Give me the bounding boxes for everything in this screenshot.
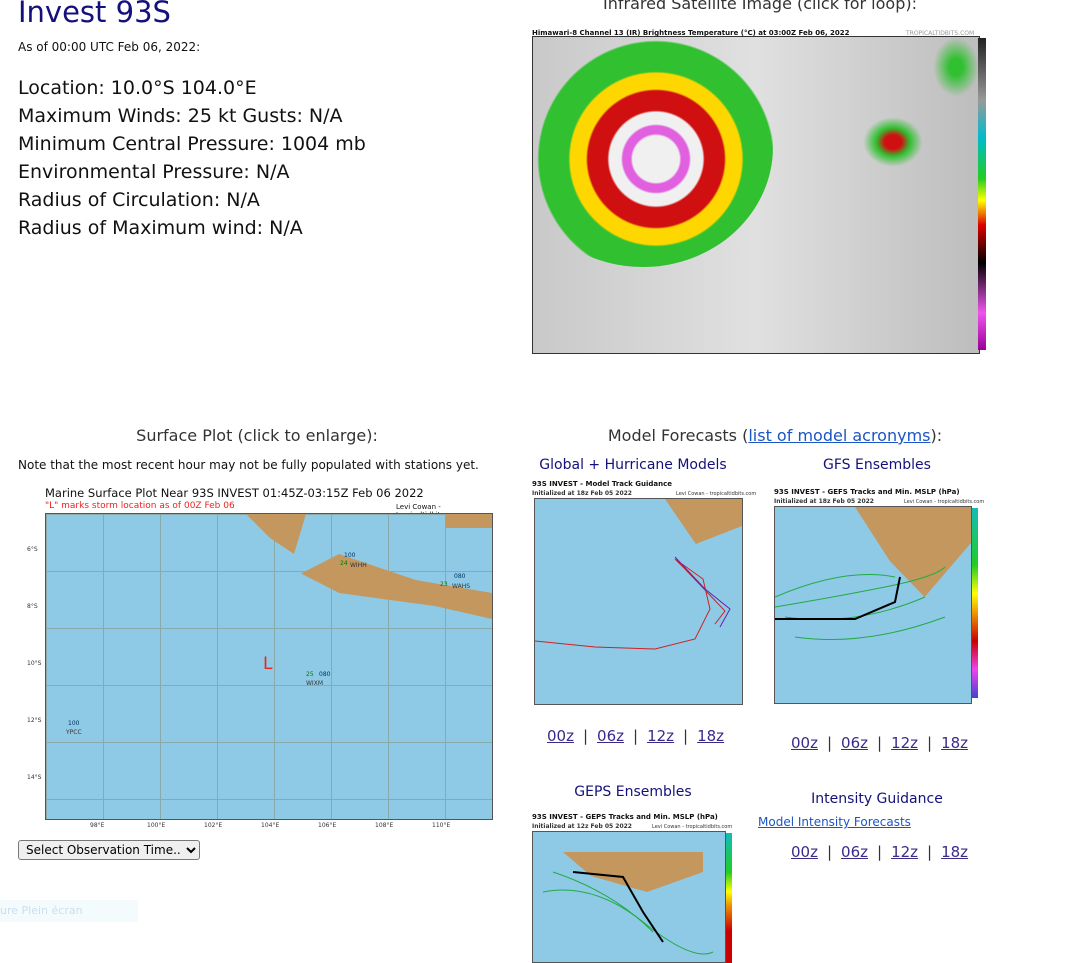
observation-time-select[interactable]: Select Observation Time... xyxy=(18,840,200,860)
env-pressure: Environmental Pressure: N/A xyxy=(18,161,290,183)
surface-plot-image[interactable]: Marine Surface Plot Near 93S INVEST 01:4… xyxy=(20,484,500,834)
station-wahs-temp: 23 xyxy=(440,581,448,588)
image-title: 93S INVEST - GEFS Tracks and Min. MSLP (… xyxy=(774,488,960,496)
storm-title: Invest 93S xyxy=(18,0,171,29)
gefs-title: GFS Ensembles xyxy=(823,457,931,473)
surface-plot-subtitle: "L" marks storm location as of 00Z Feb 0… xyxy=(45,501,235,511)
min-pressure: Minimum Central Pressure: 1004 mb xyxy=(18,133,366,155)
image-init: Initialized at 18z Feb 05 2022 xyxy=(532,490,632,497)
geps-colorbar xyxy=(726,833,732,963)
intensity-06z-link[interactable]: 06z xyxy=(841,843,868,861)
station-wihh-pressure: 100 xyxy=(344,552,356,559)
gefs-18z-link[interactable]: 18z xyxy=(941,734,968,752)
image-init: Initialized at 12z Feb 05 2022 xyxy=(532,823,632,830)
station-ypcc-pressure: 100 xyxy=(68,720,80,727)
max-winds: Maximum Winds: 25 kt Gusts: N/A xyxy=(18,105,343,127)
global-06z-link[interactable]: 06z xyxy=(597,727,624,745)
station-wihh-temp: 24 xyxy=(340,560,348,567)
image-title: 93S INVEST - GEPS Tracks and Min. MSLP (… xyxy=(532,813,718,821)
image-credit: Levi Cowan - tropicaltidbits.com xyxy=(652,824,733,830)
radius-circulation: Radius of Circulation: N/A xyxy=(18,189,260,211)
surface-note: Note that the most recent hour may not b… xyxy=(18,458,479,472)
gefs-run-links: 00z | 06z | 12z | 18z xyxy=(791,734,969,752)
satellite-heading: Infrared Satellite Image (click for loop… xyxy=(603,0,917,13)
image-init: Initialized at 18z Feb 05 2022 xyxy=(774,498,874,505)
location: Location: 10.0°S 104.0°E xyxy=(18,77,257,99)
image-credit: Levi Cowan - tropicaltidbits.com xyxy=(676,491,757,497)
radius-max-wind: Radius of Maximum wind: N/A xyxy=(18,217,303,239)
image-credit: Levi Cowan - tropicaltidbits.com xyxy=(904,499,985,505)
intensity-guidance-title: Intensity Guidance xyxy=(811,791,943,807)
intensity-00z-link[interactable]: 00z xyxy=(791,843,818,861)
station-wahs-pressure: 080 xyxy=(454,573,466,580)
global-00z-link[interactable]: 00z xyxy=(547,727,574,745)
global-12z-link[interactable]: 12z xyxy=(647,727,674,745)
station-wihh-id: WIHH xyxy=(350,562,367,569)
gefs-00z-link[interactable]: 00z xyxy=(791,734,818,752)
global-models-title: Global + Hurricane Models xyxy=(539,457,727,473)
model-intensity-link[interactable]: Model Intensity Forecasts xyxy=(758,815,911,829)
gefs-image[interactable]: 93S INVEST - GEFS Tracks and Min. MSLP (… xyxy=(764,488,996,710)
geps-image[interactable]: 93S INVEST - GEPS Tracks and Min. MSLP (… xyxy=(522,813,744,963)
intensity-run-links: 00z | 06z | 12z | 18z xyxy=(791,843,969,861)
global-model-image[interactable]: 93S INVEST - Model Track Guidance Initia… xyxy=(522,480,756,710)
fullscreen-overlay[interactable]: ure Plein écran xyxy=(0,900,138,922)
satellite-image[interactable]: Himawari-8 Channel 13 (IR) Brightness Te… xyxy=(518,26,998,366)
geps-title: GEPS Ensembles xyxy=(574,784,692,800)
surface-plot-title: Marine Surface Plot Near 93S INVEST 01:4… xyxy=(45,486,424,500)
global-18z-link[interactable]: 18z xyxy=(697,727,724,745)
station-wixm-pressure: 080 xyxy=(319,671,331,678)
model-acronyms-link[interactable]: list of model acronyms xyxy=(748,426,930,445)
intensity-12z-link[interactable]: 12z xyxy=(891,843,918,861)
image-title: 93S INVEST - Model Track Guidance xyxy=(532,480,673,488)
storm-location-marker: L xyxy=(263,654,273,674)
gefs-colorbar xyxy=(972,508,978,698)
station-wixm-id: WIXM xyxy=(306,680,323,687)
station-ypcc-id: YPCC xyxy=(66,729,82,736)
gefs-06z-link[interactable]: 06z xyxy=(841,734,868,752)
model-forecasts-heading: Model Forecasts (list of model acronyms)… xyxy=(607,426,943,445)
gefs-12z-link[interactable]: 12z xyxy=(891,734,918,752)
global-run-links: 00z | 06z | 12z | 18z xyxy=(547,727,725,745)
intensity-18z-link[interactable]: 18z xyxy=(941,843,968,861)
station-wahs-id: WAHS xyxy=(452,583,471,590)
surface-heading: Surface Plot (click to enlarge): xyxy=(136,426,378,445)
station-wixm-temp: 25 xyxy=(306,671,314,678)
as-of-time: As of 00:00 UTC Feb 06, 2022: xyxy=(18,40,201,54)
storm-info: Location: 10.0°S 104.0°E Maximum Winds: … xyxy=(18,74,366,242)
satellite-colorbar xyxy=(978,38,986,350)
